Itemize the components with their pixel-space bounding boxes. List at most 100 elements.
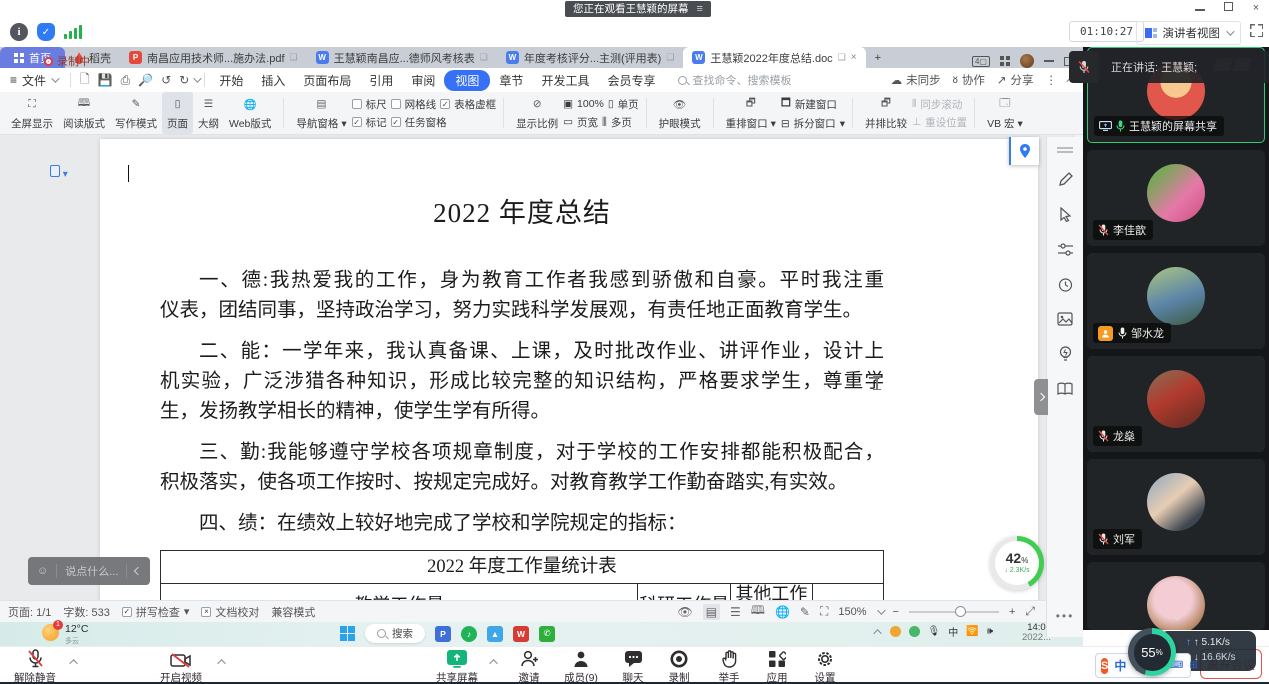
ribbon-tab-start[interactable]: 开始 (210, 70, 252, 91)
performance-gauge[interactable]: 55% (1128, 628, 1176, 676)
download-gauge[interactable]: 42% ↓ 2.3K/s (990, 536, 1044, 590)
tab-doc-kaohe[interactable]: W王慧颖南昌应...德师风考核表❑ (307, 47, 497, 68)
share-screen-button[interactable]: 共享屏幕 (428, 649, 486, 684)
sync-status[interactable]: ☁ 未同步 (891, 72, 941, 88)
chat-placeholder[interactable]: 说点什么... (65, 563, 118, 579)
security-shield-icon[interactable]: ✓ (37, 23, 55, 41)
minimize-button[interactable] (1193, 2, 1207, 14)
checkbox-table-border[interactable]: 表格虚框 (440, 97, 496, 112)
web-view-icon[interactable]: 🌐 (775, 605, 790, 619)
taskbar-app-pdf[interactable]: P (435, 626, 451, 642)
paste-options-icon[interactable]: ▾ (50, 165, 68, 180)
sliders-icon[interactable] (1056, 240, 1074, 258)
close-tab-icon[interactable]: × (851, 52, 857, 63)
btn-new-window[interactable]: 🗖 新建窗口 (781, 95, 845, 113)
participant-tile[interactable]: 龙燊 (1087, 356, 1265, 452)
tab-doc-pdf[interactable]: P南昌应用技术师...施办法.pdf❑ (120, 47, 307, 68)
zoom-out-button[interactable]: − (893, 606, 899, 618)
save-icon[interactable]: 💾 (94, 73, 117, 87)
tray-wifi-icon[interactable]: 🛜 (966, 626, 978, 637)
tray-mic-icon[interactable]: 🎙 (928, 626, 941, 637)
btn-side-by-side[interactable]: 🗗并排比较 (860, 92, 912, 134)
ribbon-tab-review[interactable]: 审阅 (402, 70, 444, 91)
collab-button[interactable]: ᴕ 协作 (953, 72, 985, 88)
checkbox-ruler[interactable]: 标尺 (352, 97, 387, 112)
quickbar-more-icon[interactable] (193, 74, 201, 82)
collapse-panel-tab[interactable] (1034, 379, 1048, 415)
new-doc-icon[interactable]: 🗋 (76, 70, 94, 91)
start-video-button[interactable]: 开启视频 (152, 649, 210, 684)
tray-volume-icon[interactable]: 🕪 (987, 626, 993, 637)
drag-handle[interactable] (1057, 147, 1073, 153)
wps-minimize-icon[interactable] (1044, 60, 1054, 62)
locate-pin-button[interactable] (1009, 137, 1039, 165)
pen-icon[interactable] (1056, 170, 1074, 188)
unmute-button[interactable]: 解除静音 (6, 649, 64, 684)
undo-icon[interactable]: ↺ (157, 73, 175, 87)
video-options-caret[interactable] (217, 659, 225, 667)
ribbon-tab-view-active[interactable]: 视图 (444, 70, 490, 91)
taskbar-app-photos[interactable]: ▲ (487, 626, 503, 642)
status-spellcheck[interactable]: 拼写检查 ▾ (122, 604, 190, 620)
btn-split-window[interactable]: ⊟ 拆分窗口 ▾ (781, 116, 845, 131)
tray-lang-icon[interactable]: 中 (948, 624, 958, 639)
outline-view-icon[interactable]: ☰ (730, 605, 741, 619)
tray-icon-1[interactable] (890, 626, 901, 637)
share-button[interactable]: ↗ 分享 (997, 72, 1034, 88)
document-page[interactable]: 2022 年度总结 一、德:我热爱我的工作，身为教育工作者我感到骄傲和自豪。平时… (100, 139, 1038, 600)
read-view-icon[interactable]: 🕮 (751, 601, 765, 622)
file-menu[interactable]: ≡ 文件 (0, 72, 65, 89)
participant-tile[interactable]: 刘军 (1087, 459, 1265, 555)
btn-zoom-ratio[interactable]: ⊘显示比例 (511, 92, 563, 134)
settings-button[interactable]: 设置 (796, 649, 854, 684)
restore-button[interactable] (1221, 2, 1235, 14)
btn-eye-protect[interactable]: 👁护眼模式 (654, 92, 706, 134)
btn-zoom-100[interactable]: ▣ 100% (563, 98, 604, 110)
more-menu-icon[interactable]: ⋮ (1046, 73, 1058, 87)
share-options-caret[interactable] (489, 659, 497, 667)
ribbon-tab-member[interactable]: 会员专享 (598, 70, 664, 91)
btn-write-mode[interactable]: ✎写作模式 (110, 92, 162, 134)
print-icon[interactable]: ⎙ (117, 73, 135, 88)
btn-one-page[interactable]: ▯ 单页 (608, 97, 639, 112)
status-proofread[interactable]: × 文档校对 (201, 604, 259, 620)
tab-doc-pingfen[interactable]: W年度考核评分...主测(评用表)❑ (497, 47, 684, 68)
expand-icon[interactable]: ⤢ (1025, 604, 1035, 619)
cursor-icon[interactable] (1056, 205, 1074, 223)
book-icon[interactable] (1056, 380, 1074, 398)
ribbon-tab-insert[interactable]: 插入 (252, 70, 294, 91)
close-button[interactable]: × (1249, 2, 1263, 14)
command-search[interactable]: 查找命令、搜索模板 (678, 72, 791, 88)
checkbox-gridlines[interactable]: 网格线 (391, 97, 437, 112)
tray-icon-2[interactable] (909, 626, 920, 637)
collapse-chat-icon[interactable] (134, 567, 142, 575)
idea-icon[interactable] (1056, 345, 1074, 363)
windows-start-button[interactable] (340, 626, 355, 641)
more-tools-icon[interactable]: ••• (1056, 609, 1075, 623)
zoom-in-button[interactable]: + (1009, 606, 1015, 618)
zoom-slider[interactable] (909, 611, 999, 613)
btn-outline-view[interactable]: ☰大纲 (193, 92, 224, 134)
meeting-info-icon[interactable]: i (10, 23, 28, 41)
ime-lang-mode[interactable]: 中 (1114, 657, 1126, 674)
ime-toolbox-icon[interactable]: ⊞ (1189, 660, 1197, 671)
zoom-dropdown-icon[interactable] (877, 606, 885, 614)
taskbar-search[interactable]: 搜索 (365, 624, 425, 643)
btn-page-width[interactable]: ▭ 页宽 (563, 115, 598, 130)
ribbon-tab-layout[interactable]: 页面布局 (294, 70, 360, 91)
taskbar-app-wps[interactable]: W (513, 626, 529, 642)
weather-widget[interactable]: 1 12°C多云 (42, 624, 88, 647)
participant-tile[interactable]: 李佳歆 (1087, 150, 1265, 246)
view-mode-dropdown[interactable]: 演讲者视图 (1136, 21, 1242, 45)
participant-tile-partial[interactable] (1087, 562, 1265, 630)
btn-page-view[interactable]: ▯页面 (162, 92, 193, 134)
redo-icon[interactable]: ↻ (175, 73, 193, 87)
taskbar-app-music[interactable]: ♪ (461, 626, 477, 642)
btn-multi-page[interactable]: ⫼ 多页 (602, 115, 632, 130)
banner-menu-icon[interactable]: ≡ (697, 1, 703, 17)
tray-expand-icon[interactable] (873, 629, 881, 637)
taskbar-app-wechat[interactable]: ✆ (539, 626, 555, 642)
workspace-icon[interactable]: 4▢ (972, 56, 990, 67)
members-button[interactable]: 成员(9) (552, 649, 610, 684)
emoji-icon[interactable]: ☺ (37, 565, 48, 577)
